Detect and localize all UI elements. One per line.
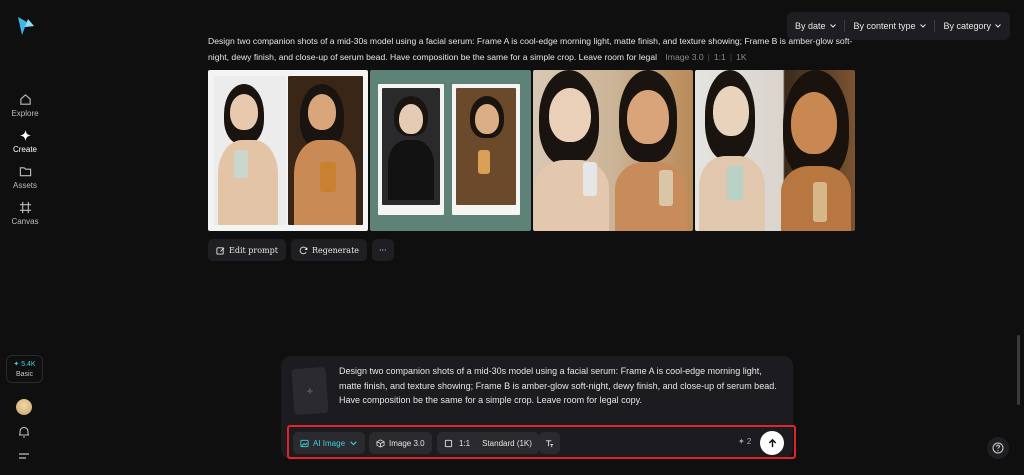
send-button[interactable] (760, 431, 784, 455)
generation-resolution: 1K (736, 52, 747, 62)
generated-images (208, 70, 855, 231)
chevron-down-icon (995, 24, 1001, 28)
text-format-icon (545, 439, 554, 447)
prompt-input[interactable]: Design two companion shots of a mid-30s … (339, 364, 779, 408)
folder-icon (19, 167, 31, 177)
credit-cost: ✦ 2 (738, 437, 752, 446)
aspect-ratio-icon (444, 439, 453, 447)
nav-explore[interactable]: Explore (0, 93, 50, 118)
cube-icon (376, 438, 385, 448)
generated-image-3[interactable] (532, 70, 693, 231)
credits-amount: ✦ 5.4K (13, 361, 36, 368)
nav-create-label: Create (12, 145, 37, 154)
nav-assets-label: Assets (12, 181, 37, 190)
generation-ratio: 1:1 (713, 52, 726, 62)
nav-canvas[interactable]: Canvas (0, 201, 50, 226)
generation-model: Image 3.0 (665, 52, 704, 62)
filter-by-date[interactable]: By date (795, 21, 837, 31)
generated-image-2[interactable] (370, 70, 531, 231)
edit-icon (216, 246, 225, 255)
mode-label: AI Image (313, 438, 346, 448)
composer-toolbar: AI Image Image 3.0 1:1 Standard (1K) ✦ 2 (287, 425, 796, 459)
more-options-icon: ··· (379, 245, 387, 255)
nav-create[interactable]: Create (0, 129, 50, 154)
menu-icon[interactable] (18, 451, 30, 461)
nav-explore-label: Explore (11, 109, 39, 118)
filter-by-content-type-label: By content type (853, 21, 916, 31)
filter-by-content-type[interactable]: By content type (853, 21, 926, 31)
generation-prompt-text: Design two companion shots of a mid-30s … (208, 36, 853, 62)
regenerate-label: Regenerate (311, 245, 360, 255)
refresh-icon (299, 246, 308, 254)
divider (844, 20, 846, 32)
model-selector[interactable]: Image 3.0 (369, 432, 432, 454)
add-reference-image-button[interactable]: + (291, 366, 329, 416)
filter-by-date-label: By date (794, 21, 826, 31)
bell-icon[interactable] (17, 425, 31, 439)
avatar[interactable] (16, 399, 32, 415)
credits-badge[interactable]: ✦ 5.4K Basic (6, 355, 43, 383)
chevron-down-icon (350, 440, 357, 445)
sparkle-icon (19, 129, 31, 142)
quality-label: Standard (1K) (482, 438, 532, 448)
home-icon (19, 94, 31, 105)
scrollbar[interactable] (1017, 335, 1020, 405)
help-button[interactable] (987, 437, 1009, 459)
regenerate-button[interactable]: Regenerate (290, 239, 368, 261)
edit-prompt-button[interactable]: Edit prompt (208, 239, 286, 261)
text-style-button[interactable] (539, 432, 560, 454)
logo-icon[interactable] (16, 15, 36, 37)
generation-prompt: Design two companion shots of a mid-30s … (208, 33, 858, 65)
help-icon (992, 442, 1004, 454)
edit-prompt-label: Edit prompt (229, 245, 278, 255)
model-label: Image 3.0 (389, 438, 425, 448)
ratio-quality-selector[interactable]: 1:1 Standard (1K) (437, 432, 539, 454)
plan-label: Basic (15, 371, 34, 378)
sidebar: Explore Create Assets Canvas ✦ 5.4K Basi… (0, 0, 50, 475)
mode-selector[interactable]: AI Image (293, 432, 366, 454)
nav-assets[interactable]: Assets (0, 165, 50, 190)
frame-icon (19, 201, 31, 214)
chevron-down-icon (919, 24, 926, 28)
ratio-label: 1:1 (459, 438, 471, 448)
divider (934, 20, 936, 32)
image-mode-icon (300, 439, 309, 447)
filter-by-category[interactable]: By category (943, 21, 1002, 31)
image-actions: Edit prompt Regenerate ··· (208, 239, 394, 261)
generation-meta: Image 3.0 | 1:1 | 1K (665, 52, 747, 62)
chevron-down-icon (829, 24, 836, 28)
generated-image-1[interactable] (208, 70, 369, 231)
generated-image-4[interactable] (694, 70, 855, 231)
arrow-up-icon (768, 438, 776, 447)
filter-by-category-label: By category (943, 21, 991, 31)
plus-icon: + (306, 383, 314, 399)
more-options-button[interactable]: ··· (372, 239, 394, 261)
nav-canvas-label: Canvas (11, 217, 39, 226)
